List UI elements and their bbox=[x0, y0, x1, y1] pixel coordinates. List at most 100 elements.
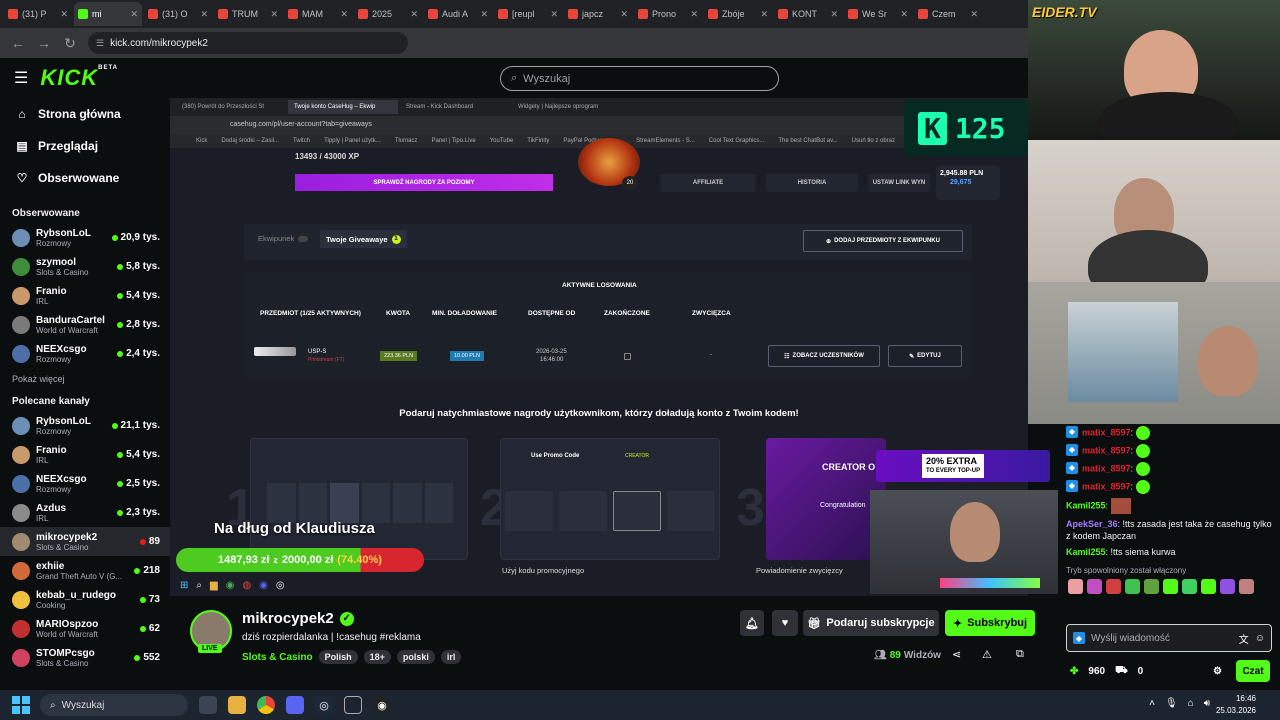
close-icon[interactable]: ✕ bbox=[970, 9, 978, 20]
url-field[interactable]: ☰ kick.com/mikrocypek2 bbox=[88, 32, 408, 54]
task-view-icon[interactable] bbox=[199, 696, 217, 714]
close-icon[interactable]: ✕ bbox=[200, 9, 208, 20]
network-icon[interactable]: ⌂ bbox=[1188, 698, 1194, 709]
nav-heart[interactable]: ♡ Obserwowane bbox=[0, 162, 170, 194]
browser-tab[interactable]: KONT ✕ bbox=[774, 2, 842, 26]
channel-item[interactable]: RybsonLoL Rozmowy 20,9 tys. bbox=[0, 223, 170, 252]
settings-icon[interactable]: ⚙ bbox=[1213, 666, 1222, 677]
site-info-icon[interactable]: ☰ bbox=[96, 38, 104, 49]
send-chat-button[interactable]: Czat bbox=[1236, 660, 1270, 682]
menu-icon[interactable]: ☰ bbox=[14, 68, 28, 88]
kick-logo[interactable]: KICKBETA bbox=[40, 65, 118, 91]
chat-username[interactable]: matix_8597 bbox=[1082, 427, 1131, 437]
channel-item[interactable]: STOMPcsgo Slots & Casino 552 bbox=[0, 643, 170, 672]
giveaways-tab[interactable]: Twoje Giveawaye 1 bbox=[320, 230, 407, 248]
channel-item[interactable]: Franio IRL 5,4 tys. bbox=[0, 281, 170, 310]
close-icon[interactable]: ✕ bbox=[270, 9, 278, 20]
chat-username[interactable]: matix_8597 bbox=[1082, 445, 1131, 455]
os-search[interactable]: ⌕ Wyszukaj bbox=[40, 694, 188, 716]
search-input[interactable]: ⌕ Wyszukaj bbox=[500, 66, 779, 91]
share-icon[interactable]: ⋖ bbox=[952, 648, 961, 661]
browser-tab[interactable]: MAM ✕ bbox=[284, 2, 352, 26]
add-items-button[interactable]: ⊕ DODAJ PRZEDMIOTY Z EKWIPUNKU bbox=[803, 230, 963, 252]
close-icon[interactable]: ✕ bbox=[340, 9, 348, 20]
channel-item[interactable]: szymool Slots & Casino 5,8 tys. bbox=[0, 252, 170, 281]
browser-tab[interactable]: 2025 ✕ bbox=[354, 2, 422, 26]
close-icon[interactable]: ✕ bbox=[690, 9, 698, 20]
emote-bar[interactable] bbox=[1058, 577, 1280, 596]
tag-pill[interactable]: Polish bbox=[318, 650, 358, 664]
tag-pill[interactable]: 18+ bbox=[363, 650, 391, 664]
gift-sub-button[interactable]: 🎁︎ Podaruj subskrypcje bbox=[803, 610, 939, 636]
subscribe-button[interactable]: ✦ Subskrybuj bbox=[945, 610, 1035, 636]
close-icon[interactable]: ✕ bbox=[760, 9, 768, 20]
chat-username[interactable]: ApekSer_36 bbox=[1066, 519, 1118, 529]
steam-icon[interactable]: ◎ bbox=[315, 696, 333, 714]
browser-tab[interactable]: (31) P ✕ bbox=[4, 2, 72, 26]
explorer-icon[interactable] bbox=[228, 696, 246, 714]
channel-item[interactable]: MARIOspzoo World of Warcraft 62 bbox=[0, 614, 170, 643]
browser-tab[interactable]: Zbóje ✕ bbox=[704, 2, 772, 26]
category-link[interactable]: Slots & Casino bbox=[242, 652, 313, 663]
close-icon[interactable]: ✕ bbox=[900, 9, 908, 20]
edit-button[interactable]: ✎ EDYTUJ bbox=[888, 345, 962, 367]
chat-username[interactable]: matix_8597 bbox=[1082, 463, 1131, 473]
close-icon[interactable]: ✕ bbox=[480, 9, 488, 20]
tag-pill[interactable]: irl bbox=[440, 650, 462, 664]
chevron-up-icon[interactable]: ˄ bbox=[1149, 698, 1155, 709]
channel-item[interactable]: NEEXcsgo Rozmowy 2,4 tys. bbox=[0, 339, 170, 368]
chat-username[interactable]: Kamil255 bbox=[1066, 547, 1106, 557]
reload-icon[interactable]: ↻ bbox=[62, 35, 78, 52]
back-icon[interactable]: ← bbox=[10, 35, 26, 51]
browser-tab[interactable]: (31) O ✕ bbox=[144, 2, 212, 26]
rewards-button[interactable]: SPRAWDŹ NAGRODY ZA POZIOMY bbox=[295, 174, 553, 191]
obs-icon[interactable]: ◉ bbox=[373, 696, 391, 714]
follow-button[interactable]: ♥ bbox=[772, 610, 798, 636]
channel-item[interactable]: Azdus IRL 2,3 tys. bbox=[0, 498, 170, 527]
tag-pill[interactable]: polski bbox=[396, 650, 435, 664]
clock[interactable]: 16:46 25.03.2026 bbox=[1216, 693, 1256, 717]
set-link-tab[interactable]: USTAW LINK WYN bbox=[868, 174, 930, 192]
show-more-link[interactable]: Pokaż więcej bbox=[0, 368, 170, 390]
close-icon[interactable]: ✕ bbox=[130, 9, 138, 20]
close-icon[interactable]: ✕ bbox=[620, 9, 628, 20]
emoji-icon[interactable]: ☺ bbox=[1255, 633, 1265, 644]
browser-tab[interactable]: We Sr ✕ bbox=[844, 2, 912, 26]
nav-home[interactable]: ⌂ Strona główna bbox=[0, 98, 170, 130]
browser-tab[interactable]: japcz ✕ bbox=[564, 2, 632, 26]
browser-tab[interactable]: TRUM ✕ bbox=[214, 2, 282, 26]
equipment-tab[interactable]: Ekwipunek bbox=[258, 234, 309, 243]
channel-item[interactable]: BanduraCartel World of Warcraft 2,8 tys. bbox=[0, 310, 170, 339]
browser-tab[interactable]: mi ✕ bbox=[74, 2, 142, 26]
app-icon[interactable] bbox=[344, 696, 362, 714]
affiliate-tab[interactable]: AFFILIATE bbox=[660, 174, 756, 192]
forward-icon[interactable]: → bbox=[36, 35, 52, 51]
browser-tab[interactable]: Prono ✕ bbox=[634, 2, 702, 26]
start-icon[interactable] bbox=[12, 696, 30, 714]
channel-name[interactable]: mikrocypek2 ✓ bbox=[242, 610, 354, 627]
channel-item[interactable]: mikrocypek2 Slots & Casino 89 bbox=[0, 527, 170, 556]
clip-icon[interactable]: ⧉ bbox=[1016, 648, 1024, 661]
report-icon[interactable]: ⚠ bbox=[982, 648, 992, 661]
channel-item[interactable]: Franio IRL 5,4 tys. bbox=[0, 440, 170, 469]
channel-item[interactable]: kebab_u_rudego Cooking 73 bbox=[0, 585, 170, 614]
discord-icon[interactable] bbox=[286, 696, 304, 714]
channel-item[interactable]: NEEXcsgo Rozmowy 2,5 tys. bbox=[0, 469, 170, 498]
volume-icon[interactable]: 🔊︎ bbox=[1204, 698, 1210, 709]
chat-username[interactable]: Kamil255 bbox=[1066, 500, 1106, 510]
close-icon[interactable]: ✕ bbox=[550, 9, 558, 20]
close-icon[interactable]: ✕ bbox=[830, 9, 838, 20]
view-participants-button[interactable]: ☷ ZOBACZ UCZESTNIKÓW bbox=[768, 345, 880, 367]
chrome-icon[interactable] bbox=[257, 696, 275, 714]
browser-tab[interactable]: Czem ✕ bbox=[914, 2, 982, 26]
channel-item[interactable]: exhiie Grand Theft Auto V (G... 218 bbox=[0, 556, 170, 585]
browser-tab[interactable]: Audi A ✕ bbox=[424, 2, 492, 26]
close-icon[interactable]: ✕ bbox=[410, 9, 418, 20]
mic-icon[interactable]: 🎙︎ bbox=[1165, 698, 1178, 709]
channel-item[interactable]: RybsonLoL Rozmowy 21,1 tys. bbox=[0, 411, 170, 440]
close-icon[interactable]: ✕ bbox=[60, 9, 68, 20]
chat-username[interactable]: matix_8597 bbox=[1082, 481, 1131, 491]
nav-browse[interactable]: ▤ Przeglądaj bbox=[0, 130, 170, 162]
translate-icon[interactable]: 文 bbox=[1239, 631, 1249, 646]
browser-tab[interactable]: [reupl ✕ bbox=[494, 2, 562, 26]
